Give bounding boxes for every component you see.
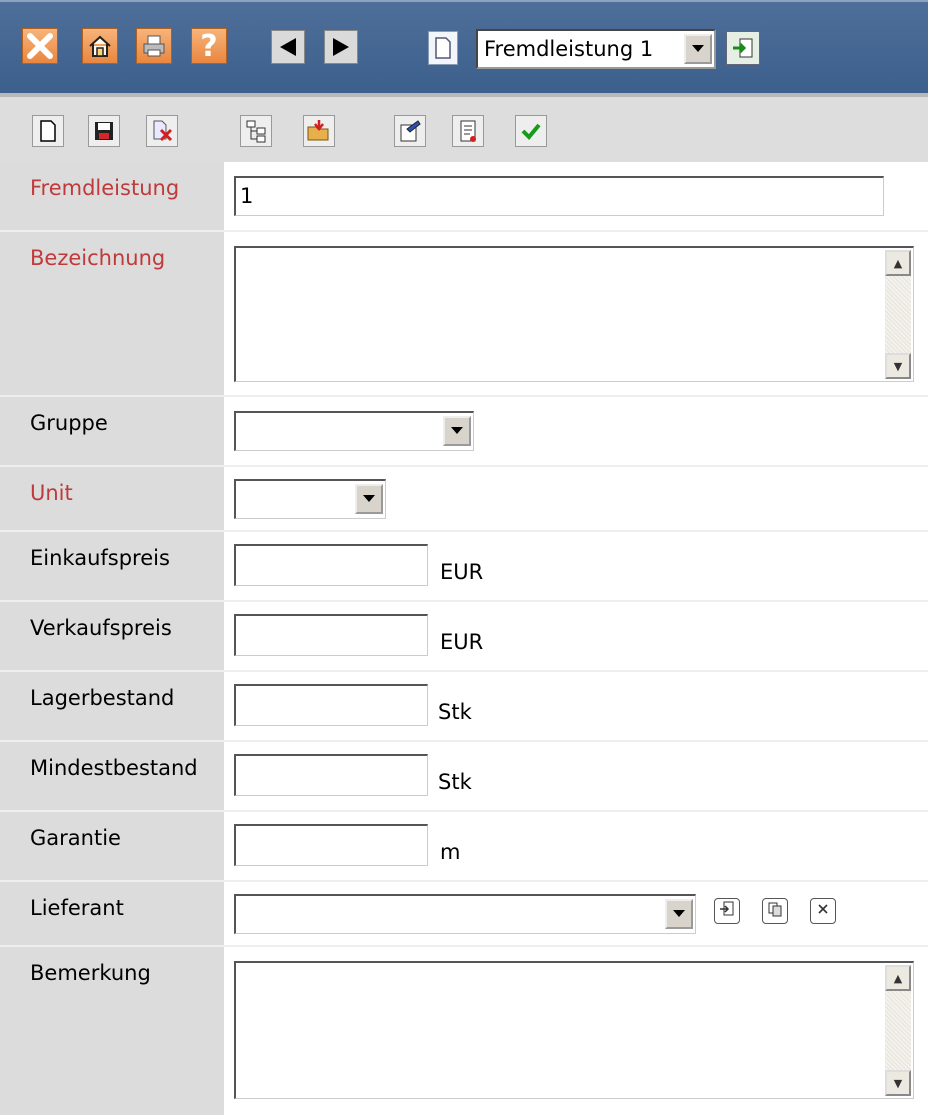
- unit-select[interactable]: [234, 479, 386, 519]
- row-lieferant: Lieferant: [0, 882, 928, 947]
- row-lagerbestand: Lagerbestand Stk: [0, 672, 928, 742]
- close-icon: [23, 29, 57, 63]
- help-icon: ?: [200, 28, 218, 64]
- properties-icon: [395, 116, 425, 146]
- row-einkaufspreis: Einkaufspreis EUR: [0, 532, 928, 602]
- print-icon: [137, 29, 171, 63]
- mindestbestand-unit: Stk: [438, 770, 472, 794]
- save-icon: [89, 116, 119, 146]
- properties-button[interactable]: [394, 115, 426, 147]
- top-toolbar: ? Fremdleistung 1: [0, 0, 928, 93]
- bemerkung-label: Bemerkung: [0, 947, 224, 1115]
- copy-icon: [767, 901, 783, 921]
- open-button[interactable]: [303, 115, 335, 147]
- einkaufspreis-label: Einkaufspreis: [0, 532, 224, 600]
- einkaufspreis-input[interactable]: [234, 544, 428, 586]
- row-mindestbestand: Mindestbestand Stk: [0, 742, 928, 812]
- enter-arrow-icon: [727, 32, 759, 64]
- lagerbestand-input[interactable]: [234, 684, 428, 726]
- bezeichnung-scrollbar[interactable]: ▲ ▼: [885, 250, 911, 379]
- close-button[interactable]: [22, 28, 58, 64]
- verkaufspreis-unit: EUR: [440, 630, 484, 654]
- bezeichnung-label: Bezeichnung: [0, 232, 224, 395]
- lieferant-copy-button[interactable]: [762, 898, 788, 924]
- previous-record-button[interactable]: [271, 30, 305, 64]
- garantie-input[interactable]: [234, 824, 428, 866]
- gruppe-select[interactable]: [234, 411, 474, 451]
- mindestbestand-label: Mindestbestand: [0, 742, 224, 810]
- lieferant-open-button[interactable]: [714, 898, 740, 924]
- new-document-icon: [33, 116, 63, 146]
- einkaufspreis-unit: EUR: [440, 560, 484, 584]
- garantie-label: Garantie: [0, 812, 224, 880]
- gruppe-label: Gruppe: [0, 397, 224, 465]
- home-button[interactable]: [82, 28, 118, 64]
- lieferant-select[interactable]: [234, 894, 696, 934]
- structure-button[interactable]: [240, 115, 272, 147]
- row-garantie: Garantie m: [0, 812, 928, 882]
- bemerkung-textarea[interactable]: ▲ ▼: [234, 961, 914, 1099]
- fremdleistung-value: 1: [240, 184, 254, 208]
- lieferant-label: Lieferant: [0, 882, 224, 945]
- chevron-down-icon[interactable]: [684, 34, 712, 64]
- scroll-down-icon[interactable]: ▼: [885, 1070, 911, 1096]
- action-toolbar: [0, 93, 928, 162]
- lieferant-clear-button[interactable]: [810, 898, 836, 924]
- home-icon: [83, 29, 117, 63]
- document-icon: [429, 32, 457, 64]
- print-button[interactable]: [136, 28, 172, 64]
- record-select-value: Fremdleistung 1: [484, 37, 654, 61]
- clear-x-icon: [816, 902, 830, 920]
- save-button[interactable]: [88, 115, 120, 147]
- row-bemerkung: Bemerkung ▲ ▼: [0, 947, 928, 1115]
- next-record-button[interactable]: [324, 30, 358, 64]
- go-to-record-button[interactable]: [726, 31, 760, 65]
- lagerbestand-unit: Stk: [438, 700, 472, 724]
- garantie-unit: m: [440, 840, 461, 864]
- fremdleistung-input[interactable]: 1: [234, 176, 884, 216]
- lagerbestand-label: Lagerbestand: [0, 672, 224, 740]
- scroll-down-icon[interactable]: ▼: [885, 353, 911, 379]
- row-verkaufspreis: Verkaufspreis EUR: [0, 602, 928, 672]
- open-folder-icon: [304, 116, 334, 146]
- delete-button[interactable]: [146, 115, 178, 147]
- delete-icon: [147, 116, 177, 146]
- new-button[interactable]: [32, 115, 64, 147]
- row-fremdleistung: Fremdleistung 1: [0, 162, 928, 232]
- tree-icon: [241, 116, 271, 146]
- record-select[interactable]: Fremdleistung 1: [476, 29, 716, 69]
- verkaufspreis-input[interactable]: [234, 614, 428, 656]
- document-button[interactable]: [428, 31, 458, 65]
- report-icon: [453, 116, 483, 146]
- scroll-up-icon[interactable]: ▲: [885, 965, 911, 991]
- confirm-check-icon: [516, 116, 546, 146]
- chevron-down-icon[interactable]: [443, 416, 471, 446]
- open-record-icon: [719, 901, 735, 921]
- scroll-up-icon[interactable]: ▲: [885, 250, 911, 276]
- row-gruppe: Gruppe: [0, 397, 928, 467]
- chevron-down-icon[interactable]: [665, 899, 693, 929]
- arrow-left-icon: [272, 31, 304, 63]
- fremdleistung-label: Fremdleistung: [0, 162, 224, 230]
- unit-label: Unit: [0, 467, 224, 530]
- chevron-down-icon[interactable]: [355, 484, 383, 514]
- arrow-right-icon: [325, 31, 357, 63]
- help-button[interactable]: ?: [191, 28, 227, 64]
- row-bezeichnung: Bezeichnung ▲ ▼: [0, 232, 928, 397]
- row-unit: Unit: [0, 467, 928, 532]
- bezeichnung-textarea[interactable]: ▲ ▼: [234, 246, 914, 382]
- report-button[interactable]: [452, 115, 484, 147]
- bemerkung-scrollbar[interactable]: ▲ ▼: [885, 965, 911, 1096]
- mindestbestand-input[interactable]: [234, 754, 428, 796]
- verkaufspreis-label: Verkaufspreis: [0, 602, 224, 670]
- confirm-button[interactable]: [515, 115, 547, 147]
